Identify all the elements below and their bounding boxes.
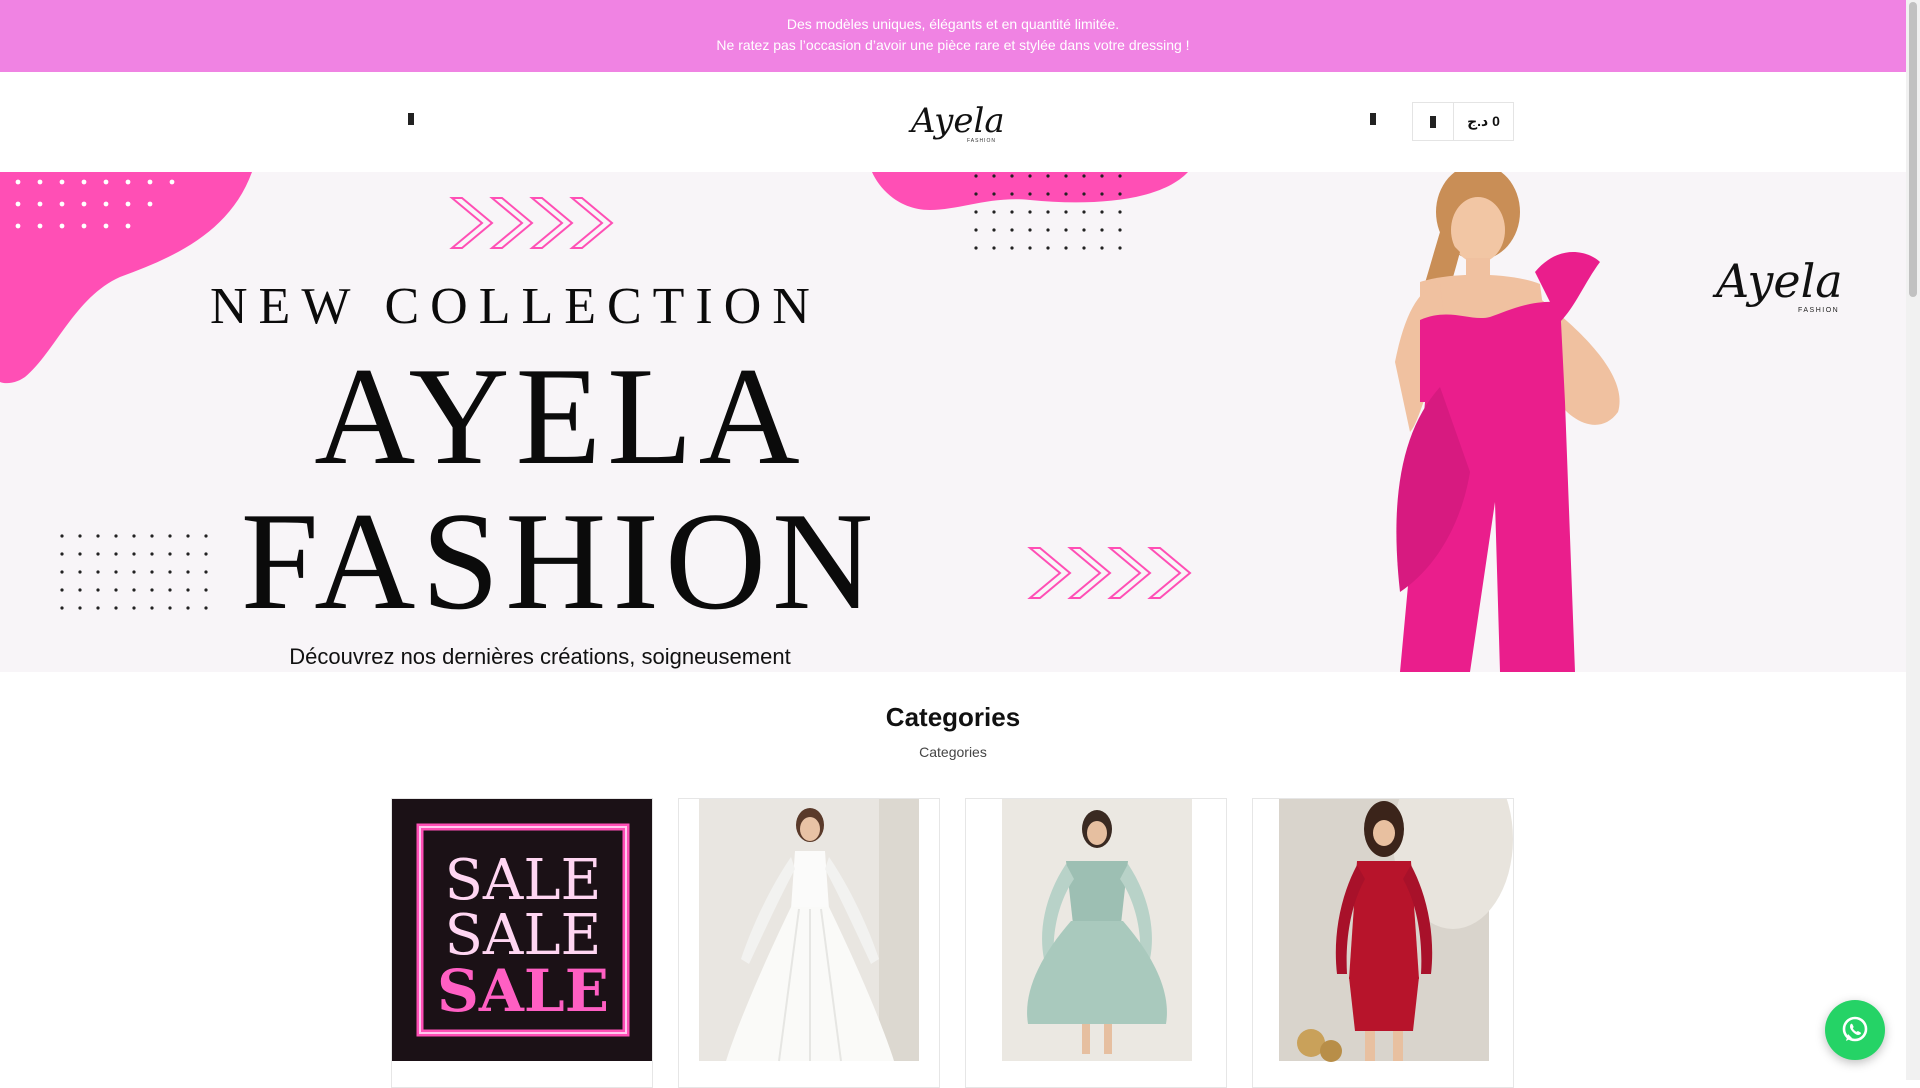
cart-button[interactable]: 0 د.ج	[1412, 102, 1514, 141]
model-figure	[1395, 172, 1620, 672]
menu-button[interactable]	[400, 108, 422, 130]
sale-word-3: SALE	[437, 957, 609, 1025]
category-card-white-dress[interactable]	[678, 798, 940, 1088]
category-image-white-dress	[679, 799, 939, 1062]
cart-total: 0 د.ج	[1467, 113, 1500, 129]
site-header: Ayela FASHION 0 د.ج	[0, 72, 1906, 173]
category-card-sale[interactable]: SALE SALE SALE	[391, 798, 653, 1088]
categories-title: Categories	[885, 702, 1021, 732]
category-image-sale: SALE SALE SALE	[392, 799, 652, 1061]
scrollbar-thumb[interactable]	[1909, 2, 1917, 297]
announcement-line-1: Des modèles uniques, élégants et en quan…	[786, 16, 1120, 32]
category-card-green-dress[interactable]	[965, 798, 1227, 1088]
whatsapp-icon	[1842, 1016, 1868, 1042]
search-button[interactable]	[1362, 108, 1384, 130]
site-logo[interactable]: Ayela FASHION	[905, 90, 1005, 154]
shopping-bag-icon	[1430, 115, 1436, 128]
whatsapp-button[interactable]	[1825, 1000, 1885, 1060]
hero-brand-script: Ayela	[1712, 254, 1843, 308]
logo-script: Ayela	[908, 101, 1005, 141]
announcement-line-2: Ne ratez pas l’occasion d’avoir une pièc…	[716, 37, 1190, 53]
hero-subtitle: Découvrez nos dernières créations, soign…	[289, 644, 791, 669]
cart-bag	[1413, 103, 1454, 140]
logo-subtext: FASHION	[967, 138, 996, 144]
category-image-green-dress	[966, 799, 1226, 1061]
hero-headline-2: FASHION	[240, 484, 880, 639]
hero-brand-small: FASHION	[1798, 307, 1839, 314]
search-icon	[1370, 113, 1376, 125]
category-card-red-dress[interactable]	[1252, 798, 1514, 1088]
announcement-bar: Des modèles uniques, élégants et en quan…	[0, 0, 1906, 72]
page-scrollbar[interactable]	[1906, 0, 1920, 1080]
hero-brand-logo: Ayela FASHION	[1712, 247, 1847, 322]
hero-headline-top: NEW COLLECTION	[210, 278, 821, 335]
menu-icon	[408, 113, 414, 125]
hero-headline-1: AYELA	[314, 339, 806, 494]
category-image-red-dress	[1253, 799, 1513, 1062]
hero-banner[interactable]: NEW COLLECTION AYELA FASHION Découvrez n…	[0, 172, 1906, 672]
categories-subtitle: Categories	[919, 744, 987, 760]
